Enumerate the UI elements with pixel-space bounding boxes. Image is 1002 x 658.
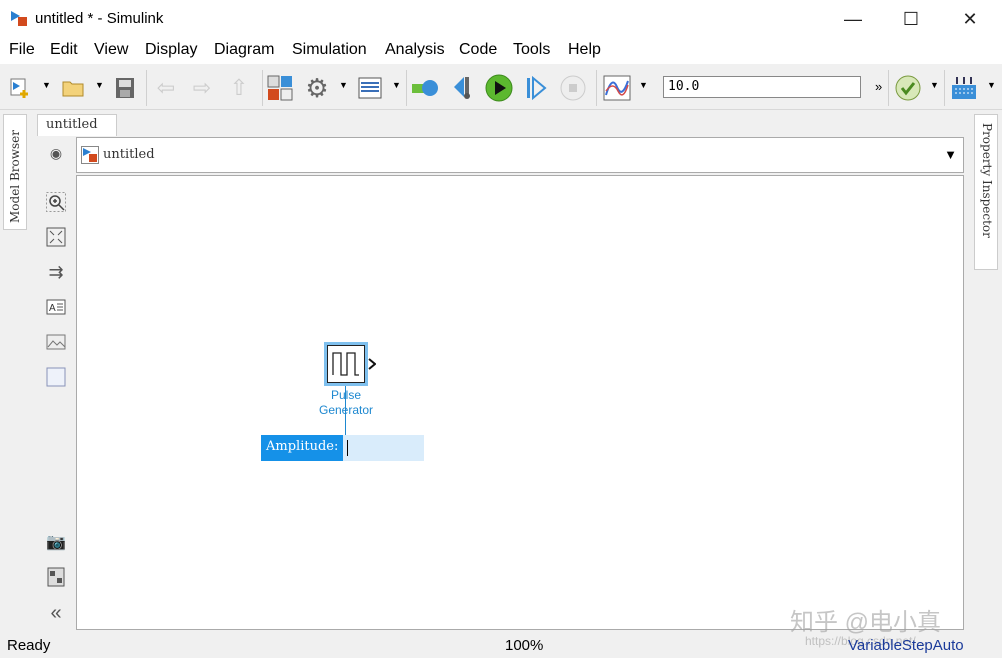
address-path: untitled [103, 147, 155, 162]
stop-icon[interactable] [559, 74, 587, 102]
forward-icon[interactable]: ⇨ [188, 74, 216, 102]
stop-time-input[interactable]: 10.0 [663, 76, 861, 98]
model-data-icon[interactable] [45, 566, 67, 588]
simulink-logo-icon [11, 11, 27, 26]
property-inspector-label: Property Inspector [980, 123, 994, 238]
model-advisor-icon[interactable] [894, 74, 922, 102]
parameter-input[interactable] [343, 435, 425, 461]
update-diagram-icon[interactable] [411, 74, 439, 102]
model-browser-label: Model Browser [8, 130, 22, 223]
output-port-icon[interactable] [368, 358, 376, 370]
chevron-down-icon[interactable]: ▼ [392, 80, 401, 90]
gear-icon[interactable]: ⚙ [303, 73, 331, 103]
pulse-wave-icon [332, 352, 359, 376]
menu-view[interactable]: View [94, 41, 128, 59]
save-icon[interactable] [111, 74, 139, 102]
image-icon[interactable] [45, 331, 67, 353]
svg-text:A: A [49, 303, 56, 314]
menu-analysis[interactable]: Analysis [385, 41, 445, 59]
menu-diagram[interactable]: Diagram [214, 41, 274, 59]
chevron-down-icon[interactable]: ▼ [339, 80, 348, 90]
simulation-data-inspector-icon[interactable] [603, 74, 631, 102]
model-explorer-icon[interactable] [356, 74, 384, 102]
collapse-icon[interactable]: « [45, 602, 67, 624]
chevron-down-icon[interactable]: ▼ [95, 80, 104, 90]
menu-help[interactable]: Help [568, 41, 601, 59]
step-forward-icon[interactable] [522, 74, 550, 102]
diagram-canvas[interactable]: Pulse Generator Amplitude: [76, 175, 964, 630]
pulse-generator-block[interactable] [324, 342, 368, 386]
annotation-icon[interactable]: A [45, 296, 67, 318]
block-name[interactable]: Pulse Generator [307, 388, 385, 418]
hide-browser-icon[interactable]: ◉ [45, 142, 67, 164]
menu-edit[interactable]: Edit [50, 41, 78, 59]
menu-display[interactable]: Display [145, 41, 197, 59]
address-bar[interactable]: untitled ▼ [76, 137, 964, 173]
library-browser-icon[interactable] [266, 74, 294, 102]
chevron-down-icon[interactable]: ▼ [42, 80, 51, 90]
property-inspector-tab[interactable]: Property Inspector [974, 114, 998, 270]
tab-untitled[interactable]: untitled [37, 114, 117, 136]
run-icon[interactable] [485, 74, 513, 102]
more-toolbar-button[interactable]: » [875, 79, 882, 94]
status-bar: Ready 100% VariableStepAuto [0, 632, 1002, 658]
status-text: Ready [7, 637, 51, 654]
model-browser-tab[interactable]: Model Browser [3, 114, 27, 230]
fit-to-view-icon[interactable] [45, 226, 67, 248]
maximize-button[interactable]: ☐ [888, 4, 934, 34]
menu-file[interactable]: File [9, 41, 35, 59]
area-icon[interactable] [45, 366, 67, 388]
build-model-icon[interactable] [950, 74, 978, 102]
camera-icon[interactable]: 📷 [45, 531, 67, 553]
parameter-editor: Amplitude: [261, 435, 425, 461]
menu-tools[interactable]: Tools [513, 41, 550, 59]
chevron-down-icon[interactable]: ▼ [944, 147, 957, 162]
up-icon[interactable]: ⇧ [225, 74, 253, 102]
menu-bar: File Edit View Display Diagram Simulatio… [0, 38, 1002, 64]
chevron-down-icon[interactable]: ▼ [930, 80, 939, 90]
minimize-button[interactable]: — [830, 4, 876, 34]
back-icon[interactable]: ⇦ [152, 74, 180, 102]
model-icon [81, 146, 99, 164]
title-bar: untitled * - Simulink — ☐ ✕ [0, 0, 1002, 38]
menu-simulation[interactable]: Simulation [292, 41, 367, 59]
tool-palette: ◉ ⇉ A 📷 « [40, 136, 74, 630]
zoom-level: 100% [505, 637, 544, 654]
parameter-label: Amplitude: [261, 435, 344, 461]
zoom-in-icon[interactable] [45, 191, 67, 213]
step-back-icon[interactable] [450, 74, 478, 102]
solver-link[interactable]: VariableStepAuto [848, 637, 964, 654]
new-model-icon[interactable] [6, 74, 34, 102]
window-title: untitled * - Simulink [35, 10, 164, 27]
chevron-down-icon[interactable]: ▼ [639, 80, 648, 90]
menu-code[interactable]: Code [459, 41, 497, 59]
open-folder-icon[interactable] [59, 74, 87, 102]
arrow-direction-icon[interactable]: ⇉ [45, 261, 67, 283]
close-button[interactable]: ✕ [947, 4, 993, 34]
chevron-down-icon[interactable]: ▼ [987, 80, 996, 90]
